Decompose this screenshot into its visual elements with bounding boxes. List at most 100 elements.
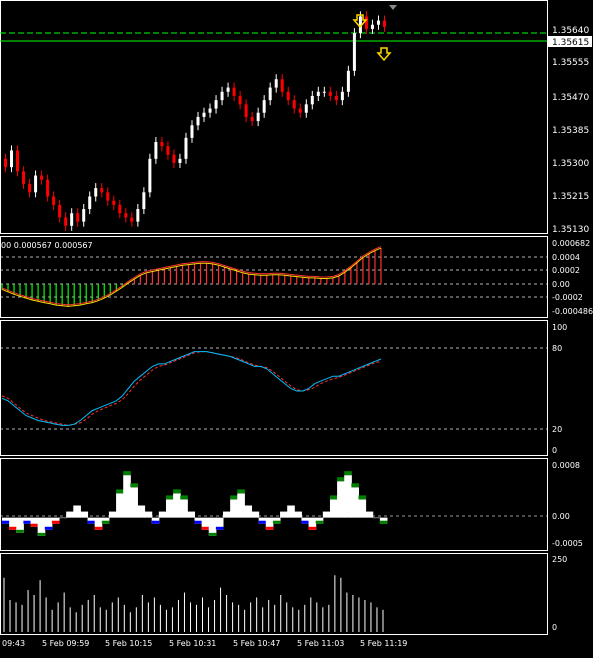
osc-bar-tip xyxy=(165,495,174,500)
osc-bar-tip xyxy=(101,520,110,524)
candle-body xyxy=(166,146,170,155)
osc-bar-tip xyxy=(329,495,338,500)
candle-body xyxy=(274,79,278,88)
osc-bar xyxy=(287,505,295,518)
stoch-scale-label: 0 xyxy=(552,446,557,455)
osc-bar xyxy=(280,511,288,518)
candle-body xyxy=(310,95,314,105)
candle-body xyxy=(154,142,158,159)
candle-body xyxy=(184,137,188,159)
osc-bar xyxy=(187,511,195,518)
osc-bar xyxy=(116,493,124,518)
osc-bar xyxy=(372,517,381,519)
osc-bar-tip xyxy=(16,529,24,533)
candle-body xyxy=(256,112,260,122)
price-label: 1.35470 xyxy=(552,93,589,103)
osc-bar-tip xyxy=(344,471,352,476)
osc-bar-tip xyxy=(44,526,53,530)
osc-bar xyxy=(251,511,260,518)
candle-body xyxy=(376,20,380,25)
osc-scale-label: 0.00 xyxy=(552,512,570,521)
osc-bar-tip xyxy=(351,483,359,488)
candle-body xyxy=(172,154,176,163)
osc-bar xyxy=(66,511,74,518)
osc-bar xyxy=(158,511,167,518)
candle-body xyxy=(76,213,80,222)
price-label: 1.35130 xyxy=(552,225,589,235)
osc-bar xyxy=(337,481,345,518)
osc-bar xyxy=(230,499,238,518)
osc-bar-tip xyxy=(180,495,188,500)
candle-body xyxy=(130,217,134,222)
candle-body xyxy=(100,188,104,193)
candle-body xyxy=(118,204,122,214)
candle-body xyxy=(382,20,386,27)
osc-bar-tip xyxy=(9,526,17,530)
candle-body xyxy=(316,91,320,96)
macd-scale-label: 0.000682 xyxy=(552,239,590,248)
osc-bar-tip xyxy=(315,520,324,524)
osc-bar xyxy=(165,499,174,518)
osc-bar xyxy=(80,511,89,518)
candle-body xyxy=(226,87,230,92)
stoch-scale-label: 80 xyxy=(552,344,562,353)
osc-bar xyxy=(365,511,374,518)
candle-body xyxy=(22,171,26,184)
candle-body xyxy=(4,158,7,168)
candle-body xyxy=(280,79,284,92)
candle-body xyxy=(292,100,296,109)
osc-bar-tip xyxy=(272,520,281,524)
osc-bar xyxy=(344,475,352,518)
osc-bar xyxy=(130,487,138,518)
candle-body xyxy=(160,142,164,147)
current-price-label: 1.35615 xyxy=(552,38,589,48)
osc-bar-tip xyxy=(173,489,181,494)
candle-body xyxy=(214,100,218,109)
osc-bar-tip xyxy=(194,520,203,524)
osc-bar-tip xyxy=(230,495,238,500)
candle-body xyxy=(208,108,212,113)
candle-body xyxy=(112,200,116,205)
osc-bar-tip xyxy=(308,526,317,530)
stoch-scale-label: 20 xyxy=(552,425,562,434)
price-label: 1.35385 xyxy=(552,126,589,136)
candle-body xyxy=(304,104,308,113)
macd-scale-label: 0.00 xyxy=(552,280,570,289)
macd-header: 00 0.000567 0.000567 xyxy=(1,241,93,250)
candle-body xyxy=(352,33,356,71)
osc-bar-tip xyxy=(2,520,10,524)
osc-bar xyxy=(173,493,181,518)
candle-body xyxy=(196,116,200,126)
price-label: 1.35555 xyxy=(552,58,589,68)
osc-bar-tip xyxy=(208,532,217,536)
osc-bar-tip xyxy=(201,526,210,530)
candle-body xyxy=(64,217,68,226)
osc-bar xyxy=(294,511,302,518)
time-label: 09:43 xyxy=(2,639,25,648)
price-label: 1.35300 xyxy=(552,159,589,169)
osc-bar xyxy=(358,499,367,518)
osc-scale-label: 0.0008 xyxy=(552,461,580,470)
candle-body xyxy=(70,213,74,226)
candle-body xyxy=(106,192,110,201)
candle-body xyxy=(328,91,332,96)
macd-scale-label: -0.000486 xyxy=(552,307,593,316)
candle-body xyxy=(202,112,206,117)
volume-scale-label: 250 xyxy=(552,555,567,564)
osc-bar-tip xyxy=(51,520,60,524)
candle-body xyxy=(244,104,248,117)
osc-bar xyxy=(244,505,253,518)
candle-body xyxy=(88,196,92,210)
osc-bar xyxy=(351,487,359,518)
candle-body xyxy=(334,95,338,101)
candle-body xyxy=(94,188,98,197)
osc-bar-tip xyxy=(215,526,224,530)
osc-bar-tip xyxy=(123,471,131,476)
macd-scale-label: -0.0002 xyxy=(552,293,583,302)
candle-body xyxy=(148,158,152,193)
time-label: 5 Feb 10:31 xyxy=(169,639,216,648)
osc-bar-tip xyxy=(94,526,103,530)
trading-chart[interactable]: 1.35640 1.35615 1.35555 1.35470 1.35385 … xyxy=(0,0,593,658)
osc-bar xyxy=(329,499,338,518)
candle-body xyxy=(28,183,32,193)
